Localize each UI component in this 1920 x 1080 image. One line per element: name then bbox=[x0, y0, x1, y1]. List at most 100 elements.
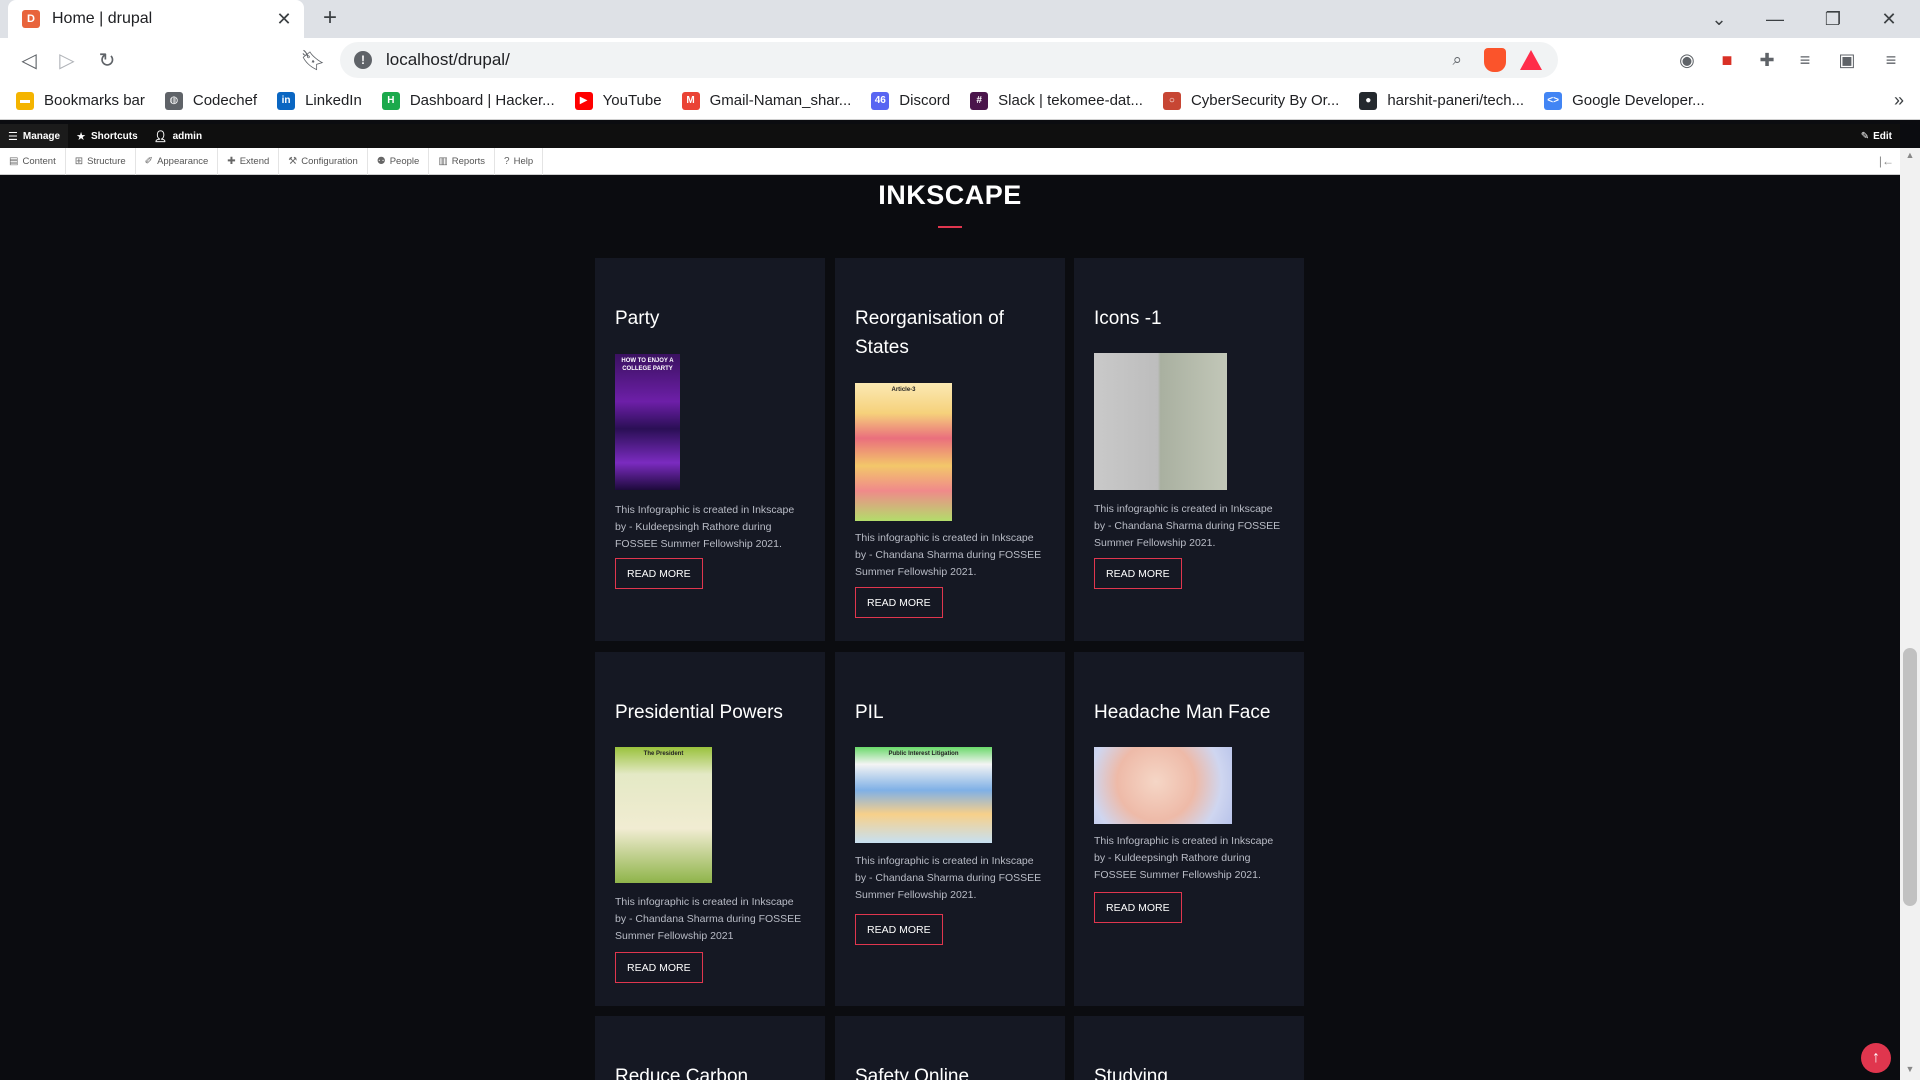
thumbnail-caption: Article-3 bbox=[891, 387, 916, 393]
bookmark-label: Gmail-Naman_shar... bbox=[709, 92, 852, 109]
hackerrank-icon: H bbox=[381, 91, 400, 110]
scroll-down-icon[interactable]: ▼ bbox=[1904, 1064, 1916, 1076]
back-to-top-button[interactable]: ↑ bbox=[1861, 1043, 1891, 1073]
admin-tray: ▤ Content ⊞ Structure ✐ Appearance ✚ Extend ⚒ Con… bbox=[0, 147, 1900, 175]
tray-item-extend[interactable]: ✚ Extend bbox=[218, 147, 280, 175]
card-title[interactable]: Party bbox=[615, 304, 805, 333]
read-more-button[interactable]: READ MORE bbox=[1094, 558, 1182, 589]
card-thumbnail[interactable]: The President bbox=[615, 747, 712, 883]
bookmark-label: YouTube bbox=[602, 92, 662, 109]
brave-rewards-icon[interactable] bbox=[1520, 50, 1542, 70]
scroll-up-icon[interactable]: ▲ bbox=[1904, 150, 1916, 162]
profile-extension-icon[interactable]: ◉ bbox=[1674, 47, 1700, 73]
shortcuts-menu[interactable]: ★ Shortcuts bbox=[68, 124, 146, 148]
card-thumbnail[interactable]: Public Interest Litigation bbox=[855, 747, 992, 843]
card-description: This infographic is created in Inkscape … bbox=[855, 855, 1042, 901]
restore-button[interactable]: ❐ bbox=[1810, 0, 1856, 38]
close-tab-icon[interactable]: ✕ bbox=[274, 9, 294, 30]
scrollbar-track[interactable] bbox=[1900, 148, 1920, 1080]
bar-chart-icon: ▥ bbox=[438, 155, 448, 167]
edit-button[interactable]: ✎ Edit bbox=[1861, 124, 1892, 148]
tray-item-reports[interactable]: ▥ Reports bbox=[429, 147, 496, 175]
card-description: This infographic is created in Inkscape … bbox=[855, 532, 1042, 578]
tray-item-help[interactable]: ? Help bbox=[495, 147, 544, 175]
card-title[interactable]: Reorganisation of States bbox=[855, 304, 1045, 362]
forward-icon[interactable]: ▷ bbox=[52, 45, 82, 75]
brave-shields-icon[interactable] bbox=[1484, 48, 1506, 72]
edit-label: Edit bbox=[1873, 130, 1892, 142]
tray-item-structure[interactable]: ⊞ Structure bbox=[66, 147, 136, 175]
media-icon[interactable]: ≡ bbox=[1792, 47, 1818, 73]
tray-item-people[interactable]: ⚉ People bbox=[368, 147, 430, 175]
new-tab-button[interactable]: + bbox=[316, 5, 344, 33]
read-more-button[interactable]: READ MORE bbox=[615, 558, 703, 589]
oracle-icon: ○ bbox=[1162, 91, 1181, 110]
wallet-icon[interactable]: ▣ bbox=[1834, 47, 1860, 73]
card-thumbnail[interactable] bbox=[1094, 353, 1227, 490]
bookmark-label: CyberSecurity By Or... bbox=[1190, 92, 1340, 109]
globe-icon: ◍ bbox=[164, 91, 183, 110]
brush-icon: ✐ bbox=[144, 155, 154, 167]
bookmark-item[interactable]: ▬ Bookmarks bar bbox=[16, 91, 145, 110]
people-icon: ⚉ bbox=[376, 155, 386, 167]
bookmark-item[interactable]: ● harshit-paneri/tech... bbox=[1359, 91, 1525, 110]
bookmark-item[interactable]: ○ CyberSecurity By Or... bbox=[1162, 91, 1340, 110]
bookmark-item[interactable]: M Gmail-Naman_shar... bbox=[681, 91, 852, 110]
back-icon[interactable]: ◁ bbox=[14, 45, 44, 75]
bookmark-item[interactable]: <> Google Developer... bbox=[1544, 91, 1705, 110]
bookmark-item[interactable]: in LinkedIn bbox=[277, 91, 362, 110]
github-icon: ● bbox=[1359, 91, 1378, 110]
bookmark-item[interactable]: 46 Discord bbox=[871, 91, 951, 110]
more-bookmarks-icon[interactable]: » bbox=[1894, 90, 1904, 111]
read-more-button[interactable]: READ MORE bbox=[855, 914, 943, 945]
card-title[interactable]: Studying bbox=[1094, 1062, 1284, 1080]
tray-item-appearance[interactable]: ✐ Appearance bbox=[136, 147, 219, 175]
browser-tab[interactable]: D Home | drupal ✕ bbox=[8, 0, 304, 38]
tray-item-configuration[interactable]: ⚒ Configuration bbox=[279, 147, 368, 175]
bookmarks-bar: ▬ Bookmarks bar ◍ Codechef in LinkedIn H Dashbo… bbox=[0, 82, 1920, 120]
bookmark-item[interactable]: ▶ YouTube bbox=[574, 91, 662, 110]
close-window-button[interactable]: ✕ bbox=[1866, 0, 1912, 38]
minimize-button[interactable]: — bbox=[1752, 0, 1798, 38]
tray-orientation-icon[interactable]: |← bbox=[1879, 154, 1894, 168]
address-bar[interactable]: ! localhost/drupal/ ⌕ bbox=[340, 42, 1558, 78]
card-thumbnail[interactable] bbox=[1094, 747, 1232, 824]
card-title[interactable]: Presidential Powers bbox=[615, 698, 805, 727]
slack-icon: # bbox=[970, 91, 989, 110]
scrollbar-thumb[interactable] bbox=[1903, 648, 1917, 906]
manage-label: Manage bbox=[22, 130, 61, 142]
tray-item-content[interactable]: ▤ Content bbox=[0, 147, 66, 175]
read-more-button[interactable]: READ MORE bbox=[615, 952, 703, 983]
read-more-button[interactable]: READ MORE bbox=[855, 587, 943, 618]
pdf-extension-icon[interactable]: ■ bbox=[1714, 47, 1740, 73]
bookmark-label: harshit-paneri/tech... bbox=[1387, 92, 1525, 109]
bookmark-item[interactable]: H Dashboard | Hacker... bbox=[381, 91, 555, 110]
bookmark-item[interactable]: # Slack | tekomee-dat... bbox=[970, 91, 1143, 110]
card-thumbnail[interactable]: Article-3 bbox=[855, 383, 952, 521]
site-info-icon[interactable]: ! bbox=[354, 51, 372, 69]
card-title[interactable]: Headache Man Face bbox=[1094, 698, 1284, 727]
tray-item-label: Reports bbox=[451, 155, 486, 167]
read-more-button[interactable]: READ MORE bbox=[1094, 892, 1182, 923]
card-description: This infographic is created in Inkscape … bbox=[615, 896, 802, 942]
user-menu[interactable]: 👤︎ admin bbox=[146, 124, 210, 148]
manage-menu[interactable]: ☰ Manage bbox=[0, 124, 69, 148]
card-title[interactable]: PIL bbox=[855, 698, 1045, 727]
zoom-icon[interactable]: ⌕ bbox=[1452, 50, 1462, 70]
content-card: Reorganisation of States Article-3 This in… bbox=[835, 258, 1065, 641]
reload-icon[interactable]: ↻ bbox=[92, 45, 122, 75]
pencil-icon: ✎ bbox=[1860, 130, 1870, 142]
user-label: admin bbox=[172, 130, 203, 142]
bookmark-icon[interactable]: 🔖︎ bbox=[298, 45, 328, 75]
bookmark-item[interactable]: ◍ Codechef bbox=[164, 91, 257, 110]
extensions-icon[interactable]: ✚ bbox=[1754, 47, 1780, 73]
tab-title: Home | drupal bbox=[52, 10, 153, 27]
card-title[interactable]: Reduce Carbon bbox=[615, 1062, 805, 1080]
bookmark-label: Discord bbox=[899, 92, 951, 109]
card-title[interactable]: Icons -1 bbox=[1094, 304, 1284, 333]
card-title[interactable]: Safety Online bbox=[855, 1062, 1045, 1080]
bookmark-label: Dashboard | Hacker... bbox=[409, 92, 555, 109]
tab-search-icon[interactable]: ⌄ bbox=[1696, 0, 1742, 38]
browser-menu-icon[interactable]: ≡ bbox=[1878, 47, 1904, 73]
card-thumbnail[interactable]: HOW TO ENJOY A COLLEGE PARTY bbox=[615, 354, 680, 490]
